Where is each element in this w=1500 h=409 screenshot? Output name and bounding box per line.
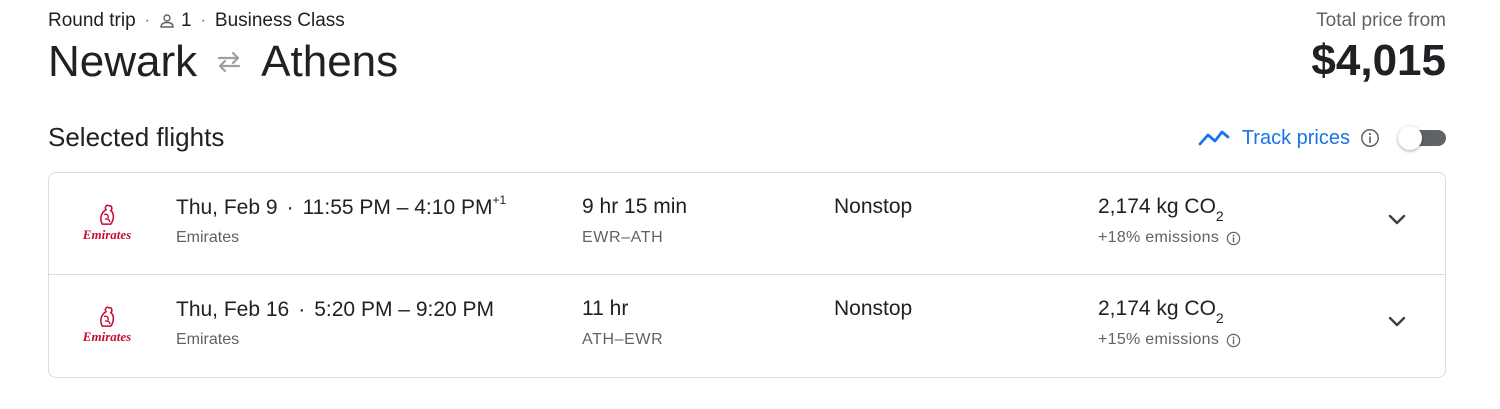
flight-row[interactable]: Emirates Thu, Feb 9 · 11:55 PM – 4:10 PM+1…: [49, 173, 1445, 275]
passenger-count: 1: [181, 10, 192, 31]
co2-value: 2,174 kg CO: [1098, 297, 1216, 320]
track-prices[interactable]: Track prices: [1198, 122, 1446, 154]
emissions-info: +18% emissions: [1098, 229, 1241, 247]
day-offset: +1: [492, 193, 507, 207]
person-icon: [159, 13, 175, 29]
toggle-knob: [1398, 126, 1422, 150]
flight-stops: Nonstop: [834, 195, 913, 218]
trip-type: Round trip: [48, 10, 136, 31]
info-icon[interactable]: [1360, 128, 1380, 148]
emissions-percent: +15% emissions: [1098, 331, 1220, 348]
flight-date: Thu, Feb 16: [176, 298, 290, 321]
emirates-logo: Emirates: [81, 305, 133, 345]
emissions-info: +15% emissions: [1098, 331, 1241, 349]
trip-summary: Round trip · 1 · Business Class: [48, 10, 345, 32]
airline-name: Emirates: [176, 229, 240, 246]
flight-stops: Nonstop: [834, 297, 913, 320]
arrive-time: 9:20 PM: [415, 298, 495, 321]
info-icon[interactable]: [1226, 333, 1241, 348]
co2-value: 2,174 kg CO: [1098, 195, 1216, 218]
flight-airports: ATH–EWR: [582, 331, 664, 348]
separator-dot: ·: [200, 12, 206, 29]
emirates-logo: Emirates: [81, 203, 133, 243]
logo-wordmark: Emirates: [82, 227, 132, 242]
emissions-percent: +18% emissions: [1098, 229, 1220, 246]
track-prices-label[interactable]: Track prices: [1242, 127, 1350, 150]
flight-times: Thu, Feb 9 · 11:55 PM – 4:10 PM+1: [176, 193, 507, 219]
co2-subscript: 2: [1215, 310, 1224, 327]
origin-city: Newark: [48, 37, 198, 86]
flight-duration: 11 hr: [582, 297, 629, 320]
arrive-time: 4:10 PM: [414, 196, 493, 219]
flight-row[interactable]: Emirates Thu, Feb 16 · 5:20 PM – 9:20 PM E…: [49, 275, 1445, 377]
swap-arrows-icon: [215, 51, 243, 73]
airline-name: Emirates: [176, 331, 240, 348]
chevron-down-icon[interactable]: [1386, 311, 1408, 333]
info-icon[interactable]: [1226, 231, 1241, 246]
cabin-class: Business Class: [214, 10, 345, 31]
co2-amount: 2,174 kg CO2: [1098, 297, 1224, 327]
co2-amount: 2,174 kg CO2: [1098, 195, 1224, 225]
flight-airports: EWR–ATH: [582, 229, 664, 246]
selected-flights-list: Emirates Thu, Feb 9 · 11:55 PM – 4:10 PM+1…: [48, 172, 1446, 378]
price-trend-icon: [1198, 128, 1230, 148]
depart-time: 11:55 PM: [302, 196, 391, 219]
flight-date: Thu, Feb 9: [176, 196, 278, 219]
flight-times: Thu, Feb 16 · 5:20 PM – 9:20 PM: [176, 298, 495, 321]
separator-dot: ·: [144, 12, 150, 29]
total-price: $4,015: [1311, 36, 1446, 85]
track-prices-toggle[interactable]: [1398, 126, 1446, 150]
chevron-down-icon[interactable]: [1386, 209, 1408, 231]
depart-time: 5:20 PM: [314, 298, 393, 321]
destination-city: Athens: [261, 37, 399, 86]
section-title: Selected flights: [48, 122, 225, 152]
logo-wordmark: Emirates: [82, 329, 132, 344]
co2-subscript: 2: [1215, 208, 1224, 225]
price-label: Total price from: [1316, 10, 1446, 31]
flight-duration: 9 hr 15 min: [582, 195, 688, 218]
route-title: Newark Athens: [48, 36, 398, 88]
